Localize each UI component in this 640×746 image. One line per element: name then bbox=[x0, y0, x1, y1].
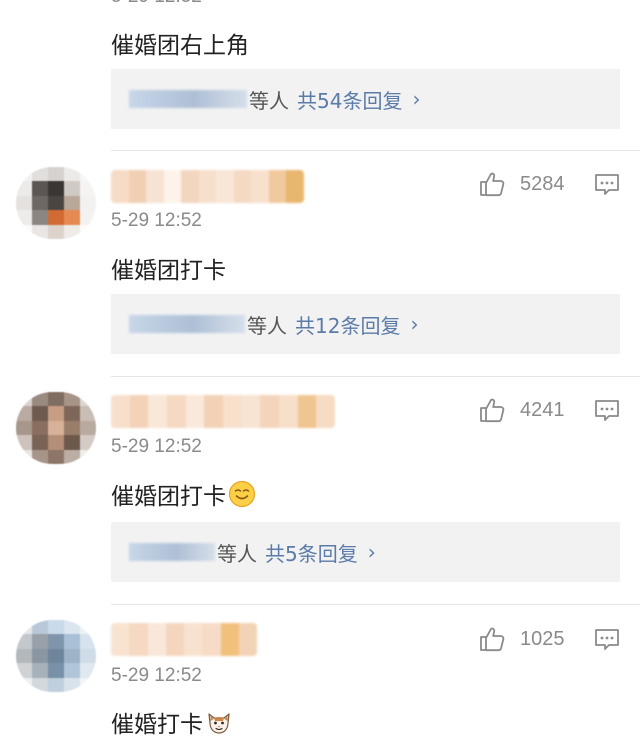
chevron-right-icon: › bbox=[412, 87, 421, 111]
divider bbox=[111, 150, 640, 151]
comment-time: 5-29 12:52 bbox=[111, 210, 202, 231]
like-count: 1025 bbox=[520, 627, 565, 650]
comment-text: 催婚团右上角 bbox=[111, 26, 249, 60]
reply-usernames-blurred bbox=[129, 315, 245, 333]
comment-time: 5-29 12:52 bbox=[111, 665, 202, 686]
comment-bubble-icon[interactable] bbox=[594, 398, 620, 424]
like-button[interactable]: 1025 bbox=[478, 625, 565, 653]
reply-usernames-blurred bbox=[129, 90, 247, 108]
comment-text: 催婚团打卡 bbox=[111, 251, 226, 285]
reply-count-link[interactable]: 共54条回复 › bbox=[297, 85, 420, 114]
comment-time: 5-29 12:52 bbox=[111, 436, 202, 457]
like-count: 5284 bbox=[520, 172, 565, 195]
reply-summary[interactable]: 等人 共12条回复 › bbox=[111, 294, 620, 354]
comment-text: 催婚打卡 bbox=[111, 705, 233, 739]
comment-bubble-icon[interactable] bbox=[594, 172, 620, 198]
reply-summary[interactable]: 等人 共5条回复 › bbox=[111, 522, 620, 582]
reply-suffix: 等人 bbox=[217, 541, 257, 566]
username-blurred[interactable] bbox=[111, 395, 335, 428]
comment-text-content: 催婚团右上角 bbox=[111, 33, 249, 59]
chevron-right-icon: › bbox=[410, 312, 419, 336]
reply-count-link[interactable]: 共12条回复 › bbox=[295, 310, 418, 339]
like-button[interactable]: 4241 bbox=[478, 396, 565, 424]
like-count: 4241 bbox=[520, 398, 565, 421]
reply-count-label: 共12条回复 bbox=[295, 313, 401, 338]
comment-text: 催婚团打卡 bbox=[111, 477, 256, 511]
avatar[interactable] bbox=[16, 392, 96, 464]
username-blurred[interactable] bbox=[111, 170, 304, 203]
comment-bubble-icon[interactable] bbox=[594, 627, 620, 653]
reply-suffix: 等人 bbox=[249, 88, 289, 113]
like-button[interactable]: 5284 bbox=[478, 170, 565, 198]
comment-time: 5-29 12:52 bbox=[111, 0, 202, 8]
avatar[interactable] bbox=[16, 0, 96, 20]
username-blurred[interactable] bbox=[111, 623, 257, 656]
thumbs-up-icon bbox=[480, 627, 505, 652]
reply-count-label: 共5条回复 bbox=[265, 541, 358, 566]
comment-text-content: 催婚团打卡 bbox=[111, 484, 226, 510]
reply-count-link[interactable]: 共5条回复 › bbox=[265, 538, 376, 567]
cat-face-emoji bbox=[208, 713, 230, 734]
comment-text-content: 催婚打卡 bbox=[111, 712, 203, 738]
smiling-face-emoji bbox=[228, 480, 256, 508]
reply-usernames-blurred bbox=[129, 543, 215, 561]
reply-summary[interactable]: 等人 共54条回复 › bbox=[111, 69, 620, 129]
thumbs-up-icon bbox=[480, 398, 505, 423]
divider bbox=[111, 604, 640, 605]
avatar[interactable] bbox=[16, 167, 96, 239]
chevron-right-icon: › bbox=[367, 540, 376, 564]
comment-text-content: 催婚团打卡 bbox=[111, 258, 226, 284]
divider bbox=[111, 376, 640, 377]
avatar[interactable] bbox=[16, 620, 96, 692]
thumbs-up-icon bbox=[480, 172, 505, 197]
reply-count-label: 共54条回复 bbox=[297, 88, 403, 113]
reply-suffix: 等人 bbox=[247, 313, 287, 338]
